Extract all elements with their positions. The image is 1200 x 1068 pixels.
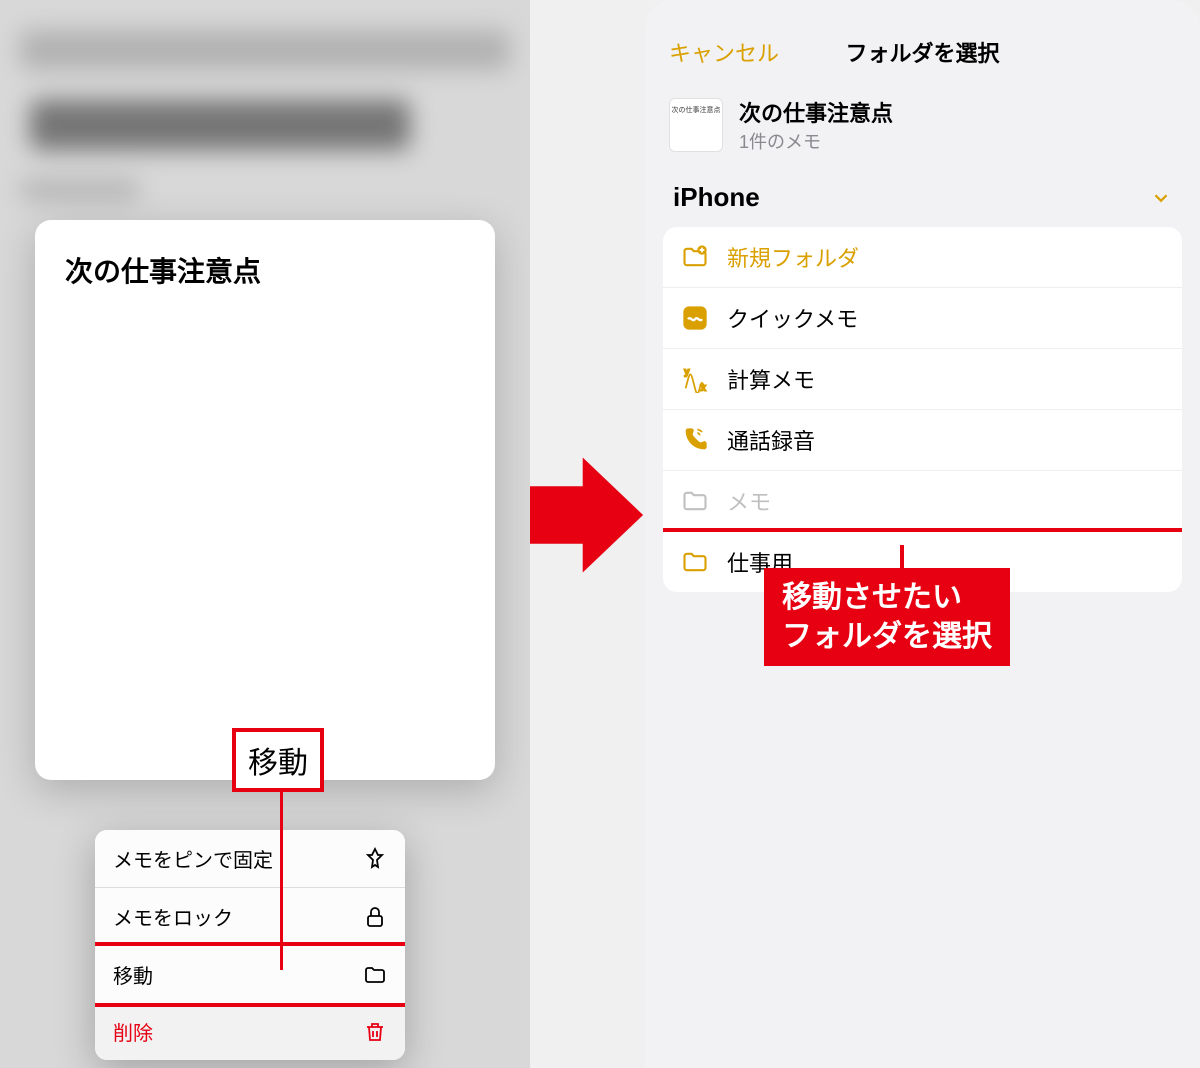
folder-icon — [363, 963, 387, 987]
annotation-line2: フォルダを選択 — [782, 617, 992, 656]
note-info-subtitle: 1件のメモ — [739, 128, 893, 154]
svg-text:y: y — [685, 366, 690, 376]
note-info-row: 次の仕事注意点 次の仕事注意点 1件のメモ — [645, 84, 1200, 174]
folder-quick-memo[interactable]: クイックメモ — [663, 288, 1182, 349]
chevron-down-icon — [1150, 187, 1172, 209]
cancel-button[interactable]: キャンセル — [669, 36, 779, 68]
folder-new-label: 新規フォルダ — [727, 241, 859, 273]
annotation-line1: 移動させたい — [782, 578, 992, 617]
pin-icon — [363, 847, 387, 871]
folder-calc-memo-label: 計算メモ — [727, 363, 815, 395]
folder-list: 新規フォルダ クイックメモ yx 計算メモ 通話録音 メモ 仕事用 — [663, 227, 1182, 592]
arrow-icon — [530, 450, 645, 580]
context-menu: メモをピンで固定 メモをロック 移動 削除 — [95, 830, 405, 1060]
trash-icon — [363, 1020, 387, 1044]
modal-header: キャンセル フォルダを選択 — [645, 20, 1200, 84]
folder-memo-label: メモ — [727, 485, 771, 517]
section-title: iPhone — [673, 182, 760, 213]
note-thumbnail: 次の仕事注意点 — [669, 98, 723, 152]
menu-pin[interactable]: メモをピンで固定 — [95, 830, 405, 888]
lock-icon — [363, 905, 387, 929]
folder-quick-memo-label: クイックメモ — [727, 302, 858, 334]
move-callout: 移動 — [232, 728, 324, 792]
phone-icon — [681, 426, 709, 454]
left-screenshot: 次の仕事注意点 移動 メモをピンで固定 メモをロック 移動 削除 — [0, 0, 530, 1068]
folder-plus-icon — [681, 243, 709, 271]
calc-icon: yx — [681, 365, 709, 393]
folder-icon — [681, 548, 709, 576]
menu-delete[interactable]: 削除 — [95, 1003, 405, 1060]
right-screenshot: キャンセル フォルダを選択 次の仕事注意点 次の仕事注意点 1件のメモ iPho… — [645, 0, 1200, 1068]
annotation-label: 移動させたい フォルダを選択 — [764, 568, 1010, 666]
folder-icon — [681, 487, 709, 515]
note-info-title: 次の仕事注意点 — [739, 96, 893, 128]
menu-move-label: 移動 — [113, 960, 153, 989]
svg-text:x: x — [701, 383, 706, 393]
quickmemo-icon — [681, 304, 709, 332]
menu-lock[interactable]: メモをロック — [95, 888, 405, 946]
note-title: 次の仕事注意点 — [65, 250, 465, 290]
menu-move[interactable]: 移動 — [95, 942, 405, 1007]
section-header[interactable]: iPhone — [645, 174, 1200, 221]
menu-lock-label: メモをロック — [113, 902, 233, 931]
note-preview-card: 次の仕事注意点 — [35, 220, 495, 780]
folder-new[interactable]: 新規フォルダ — [663, 227, 1182, 288]
folder-call-rec[interactable]: 通話録音 — [663, 410, 1182, 471]
menu-delete-label: 削除 — [113, 1017, 153, 1046]
folder-calc-memo[interactable]: yx 計算メモ — [663, 349, 1182, 410]
menu-pin-label: メモをピンで固定 — [113, 844, 273, 873]
folder-memo: メモ — [663, 471, 1182, 532]
folder-call-rec-label: 通話録音 — [727, 424, 815, 456]
connector-line — [280, 780, 283, 970]
